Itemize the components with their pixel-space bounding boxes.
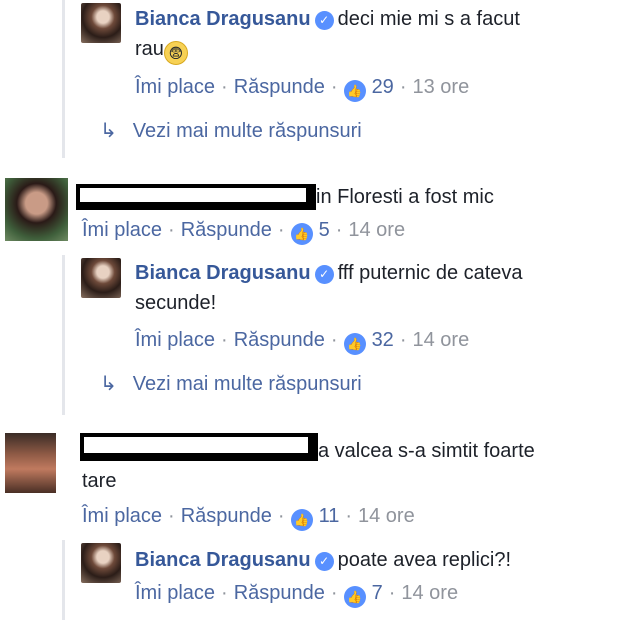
fearful-face-emoji-icon: 😨 — [163, 41, 188, 65]
like-count[interactable]: 5 — [319, 219, 330, 241]
comment-text: a valcea s-a simtit foarte — [318, 440, 535, 462]
verified-icon: ✓ — [314, 265, 334, 284]
separator: · — [388, 582, 396, 604]
separator: · — [330, 329, 338, 351]
reply-link[interactable]: Răspunde — [234, 582, 325, 604]
redaction-fill — [84, 437, 308, 453]
reply-arrow-icon: ↳ — [100, 120, 117, 142]
separator: · — [277, 219, 285, 241]
like-count[interactable]: 32 — [372, 329, 394, 351]
reply-text: poate avea replici?! — [337, 549, 512, 571]
view-more-replies[interactable]: ↳ Vezi mai multe răspunsuri — [100, 118, 362, 143]
thread-line — [62, 0, 65, 158]
thread-line — [62, 540, 65, 620]
like-link[interactable]: Îmi place — [82, 219, 162, 241]
separator: · — [168, 505, 175, 527]
view-more-label[interactable]: Vezi mai multe răspunsuri — [133, 120, 362, 142]
reply-body: Bianca Dragusanu ✓ fff puternic de cateva … — [135, 258, 635, 318]
separator: · — [399, 329, 407, 351]
reply-body: Bianca Dragusanu ✓ poate avea replici?! — [135, 545, 635, 575]
like-link[interactable]: Îmi place — [135, 582, 215, 604]
like-count[interactable]: 11 — [319, 505, 340, 527]
author-name[interactable]: Bianca Dragusanu — [135, 262, 311, 284]
reply-link[interactable]: Răspunde — [181, 505, 272, 527]
reply-text: secunde! — [135, 292, 217, 314]
verified-icon: ✓ — [314, 11, 334, 30]
reply-text: fff puternic de cateva — [337, 262, 523, 284]
separator: · — [221, 329, 228, 351]
like-link[interactable]: Îmi place — [82, 505, 162, 527]
thread-line — [62, 255, 65, 415]
timestamp[interactable]: 13 ore — [412, 76, 469, 98]
timestamp[interactable]: 14 ore — [358, 505, 415, 527]
verified-icon: ✓ — [314, 552, 334, 571]
thumbs-up-icon[interactable]: 👍 — [290, 223, 313, 245]
avatar[interactable] — [5, 178, 68, 241]
reply-actions: Îmi place · Răspunde · 👍 29 · 13 ore — [135, 76, 469, 102]
like-link[interactable]: Îmi place — [135, 329, 215, 351]
thumbs-up-icon[interactable]: 👍 — [290, 509, 313, 531]
separator: · — [399, 76, 407, 98]
reply-link[interactable]: Răspunde — [234, 76, 325, 98]
avatar[interactable] — [81, 258, 121, 298]
comment-actions: Îmi place · Răspunde · 👍 5 · 14 ore — [82, 219, 405, 245]
author-name[interactable]: Bianca Dragusanu — [135, 8, 311, 30]
reply-link[interactable]: Răspunde — [234, 329, 325, 351]
separator: · — [335, 219, 343, 241]
like-count[interactable]: 29 — [372, 76, 394, 98]
comment-actions: Îmi place · Răspunde · 👍 11 · 14 ore — [82, 505, 415, 531]
avatar[interactable] — [81, 543, 121, 583]
thumbs-up-icon[interactable]: 👍 — [343, 333, 366, 355]
reply-link[interactable]: Răspunde — [181, 219, 272, 241]
separator: · — [221, 76, 228, 98]
reply-text: rau — [135, 38, 164, 60]
separator: · — [345, 505, 352, 527]
comment-text: in Floresti a fost mic — [316, 186, 494, 208]
thumbs-up-icon[interactable]: 👍 — [343, 586, 366, 608]
thumbs-up-icon[interactable]: 👍 — [343, 80, 366, 102]
timestamp[interactable]: 14 ore — [412, 329, 469, 351]
reply-arrow-icon: ↳ — [100, 373, 117, 395]
separator: · — [330, 76, 338, 98]
redaction-fill — [80, 188, 306, 202]
separator: · — [221, 582, 228, 604]
separator: · — [330, 582, 338, 604]
reply-actions: Îmi place · Răspunde · 👍 32 · 14 ore — [135, 329, 469, 355]
avatar[interactable] — [81, 3, 121, 43]
timestamp[interactable]: 14 ore — [401, 582, 458, 604]
like-count[interactable]: 7 — [372, 582, 383, 604]
comment-text: tare — [82, 470, 117, 492]
author-name[interactable]: Bianca Dragusanu — [135, 549, 311, 571]
reply-text: deci mie mi s a facut — [337, 8, 520, 30]
reply-body: Bianca Dragusanu ✓ deci mie mi s a facut r… — [135, 4, 635, 65]
timestamp[interactable]: 14 ore — [348, 219, 405, 241]
separator: · — [277, 505, 285, 527]
avatar[interactable] — [5, 433, 56, 493]
like-link[interactable]: Îmi place — [135, 76, 215, 98]
reply-actions: Îmi place · Răspunde · 👍 7 · 14 ore — [135, 582, 458, 608]
separator: · — [168, 219, 175, 241]
view-more-replies[interactable]: ↳ Vezi mai multe răspunsuri — [100, 371, 362, 396]
view-more-label[interactable]: Vezi mai multe răspunsuri — [133, 373, 362, 395]
